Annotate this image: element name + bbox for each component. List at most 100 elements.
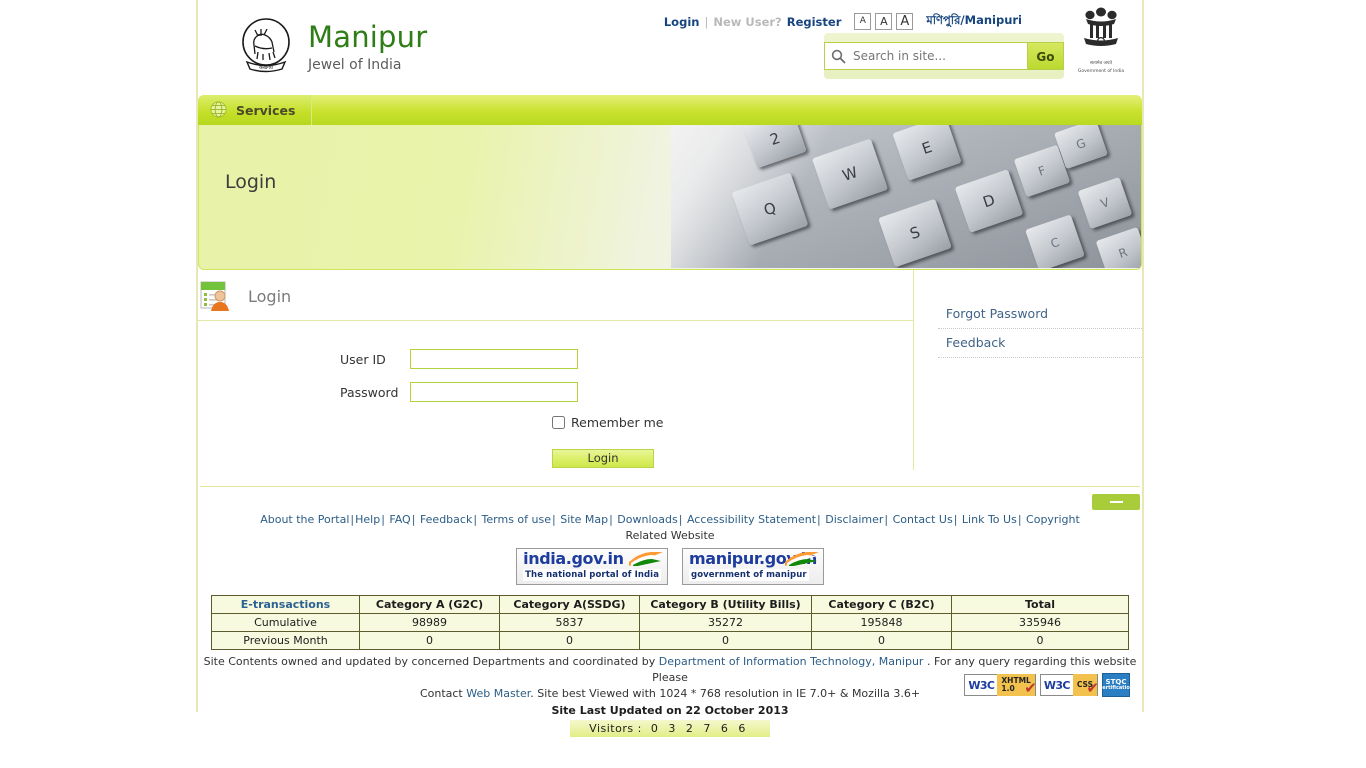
stqc-badge[interactable]: STQC Certification	[1099, 673, 1133, 698]
sep-7: |	[817, 513, 821, 526]
font-size-medium-button[interactable]: A	[875, 13, 893, 30]
th-category-b-utility-bills: Category B (Utility Bills)	[639, 595, 812, 615]
key-q: Q	[731, 172, 809, 246]
search-go-button[interactable]: Go	[1026, 42, 1064, 70]
footer-link-contact-us[interactable]: Contact Us	[893, 513, 953, 526]
cell-previous-month-b2c: 0	[811, 631, 952, 651]
key-r: R	[1095, 226, 1141, 268]
key-s: S	[878, 198, 952, 268]
globe-icon	[210, 101, 228, 119]
compliance-badges: W3C XHTML 1.0 ✔ W3C CSS ✔ STQC Certifica…	[964, 673, 1133, 698]
footer-link-disclaimer[interactable]: Disclaimer	[825, 513, 883, 526]
footer-link-feedback[interactable]: Feedback	[420, 513, 472, 526]
sep-6: |	[678, 513, 683, 526]
minimize-icon[interactable]	[1092, 494, 1140, 510]
cell-previous-month-utility: 0	[639, 631, 812, 651]
visitors-label: Visitors :	[589, 722, 642, 736]
nav-item-services[interactable]: Services	[198, 95, 313, 125]
sidebar-link-feedback[interactable]: Feedback	[937, 329, 1142, 358]
sep-4: |	[552, 513, 556, 526]
related-website-badges: india.gov.in The national portal of Indi…	[198, 548, 1142, 586]
nav-item-label: Services	[236, 102, 296, 118]
cell-previous-month-label: Previous Month	[211, 631, 360, 651]
remember-me-label[interactable]: Remember me	[571, 415, 663, 430]
cell-cumulative-b2c: 195848	[811, 613, 952, 633]
language-toggle-link[interactable]: মণিপুরি/Manipuri	[926, 12, 1022, 31]
stqc-line2: Certification	[1098, 685, 1134, 692]
register-link[interactable]: Register	[787, 15, 842, 29]
user-id-input[interactable]	[410, 349, 578, 369]
dit-manipur-link[interactable]: Department of Information Technology, Ma…	[659, 655, 924, 668]
login-link[interactable]: Login	[664, 15, 700, 29]
user-id-label: User ID	[340, 351, 386, 367]
sep-2: |	[411, 513, 416, 526]
th-category-c-b2c: Category C (B2C)	[811, 595, 952, 615]
footer-link-help[interactable]: Help	[355, 513, 380, 526]
w3c-xhtml-label: W3C	[968, 678, 995, 692]
th-category-a-ssdg: Category A(SSDG)	[499, 595, 640, 615]
remember-me-checkbox[interactable]	[552, 416, 565, 429]
cell-cumulative-g2c: 98989	[359, 613, 500, 633]
login-panel-title: Login	[248, 286, 292, 306]
manipur-emblem-icon: कखगघ	[238, 16, 294, 78]
footer-link-faq[interactable]: FAQ	[389, 513, 410, 526]
svg-text:कखगघ: कखगघ	[259, 65, 274, 71]
footer-bottom: Site Contents owned and updated by conce…	[198, 654, 1142, 738]
sidebar-link-forgot-password[interactable]: Forgot Password	[937, 300, 1142, 329]
visitor-counter: Visitors : 032766	[570, 720, 770, 738]
etransactions-table: E-transactions Category A (G2C) Category…	[211, 595, 1129, 651]
emblem-caption-hindi: सत्यमेव जयते	[1089, 61, 1113, 66]
footer-link-link-to-us[interactable]: Link To Us	[962, 513, 1017, 526]
footer-link-copyright[interactable]: Copyright	[1026, 513, 1080, 526]
login-panel: Login User ID Password Remember me Login	[198, 270, 913, 470]
password-input[interactable]	[410, 382, 578, 402]
footer-link-site-map[interactable]: Site Map	[560, 513, 608, 526]
badge-manipur-gov-in[interactable]: manipur.gov.in government of manipur	[682, 548, 824, 586]
sep-3: |	[473, 513, 478, 526]
notice-text-4: . Site best Viewed with 1024 * 768 resol…	[530, 687, 921, 701]
th-category-a-g2c: Category A (G2C)	[359, 595, 500, 615]
badge-india-subtitle: The national portal of India	[523, 569, 662, 582]
key-v: V	[1077, 176, 1133, 230]
w3c-xhtml-badge[interactable]: W3C XHTML 1.0 ✔	[964, 674, 1037, 697]
cell-previous-month-total: 0	[951, 631, 1129, 651]
login-sidebar: Forgot Password Feedback	[912, 270, 1142, 470]
page-banner: 2 W E Q S D F G C V R Login	[198, 125, 1142, 270]
banner-title: Login	[225, 171, 277, 193]
visitor-digit-5: 6	[738, 722, 746, 736]
site-logo[interactable]: कखगघ Manipur Jewel of India	[238, 16, 427, 78]
table-header-row: E-transactions Category A (G2C) Category…	[211, 595, 1129, 615]
related-website-label: Related Website	[625, 529, 715, 543]
visitor-digit-1: 3	[668, 722, 676, 736]
badge-india-gov-in[interactable]: india.gov.in The national portal of Indi…	[516, 548, 669, 586]
font-size-small-button[interactable]: A	[854, 13, 872, 30]
key-c: C	[1025, 214, 1085, 268]
footer-link-terms-of-use[interactable]: Terms of use	[482, 513, 551, 526]
search-box[interactable]	[824, 42, 1028, 70]
remember-me-row: Remember me	[198, 415, 913, 430]
th-total: Total	[951, 595, 1129, 615]
font-size-large-button[interactable]: A	[896, 13, 914, 30]
login-submit-row: Login	[198, 447, 913, 468]
footer-divider	[200, 486, 1140, 510]
login-user-card-icon	[200, 280, 234, 312]
footer-link-downloads[interactable]: Downloads	[617, 513, 677, 526]
sep-8: |	[884, 513, 889, 526]
login-submit-button[interactable]: Login	[552, 448, 654, 468]
checkmark-icon: ✔	[1086, 679, 1099, 698]
cell-previous-month-g2c: 0	[359, 631, 500, 651]
footer-link-accessibility-statement[interactable]: Accessibility Statement	[687, 513, 816, 526]
page-container: कखगघ Manipur Jewel of India Login | New …	[196, 0, 1144, 738]
web-master-link[interactable]: Web Master	[466, 687, 530, 700]
sep-9: |	[953, 513, 958, 526]
search-input[interactable]	[851, 44, 1027, 68]
font-size-controls: A A A	[854, 13, 914, 30]
footer-link-about-the-portal[interactable]: About the Portal	[260, 513, 349, 526]
visitor-digit-4: 6	[720, 722, 729, 736]
government-of-india-emblem: सत्यमेव जयते Government of India	[1070, 6, 1132, 76]
top-links: Login | New User? Register A A A মণিপুরি…	[664, 12, 1022, 31]
key-d: D	[954, 169, 1024, 233]
cell-previous-month-ssdg: 0	[499, 631, 640, 651]
w3c-css-badge[interactable]: W3C CSS ✔	[1039, 674, 1099, 698]
india-flag-icon	[629, 552, 664, 567]
